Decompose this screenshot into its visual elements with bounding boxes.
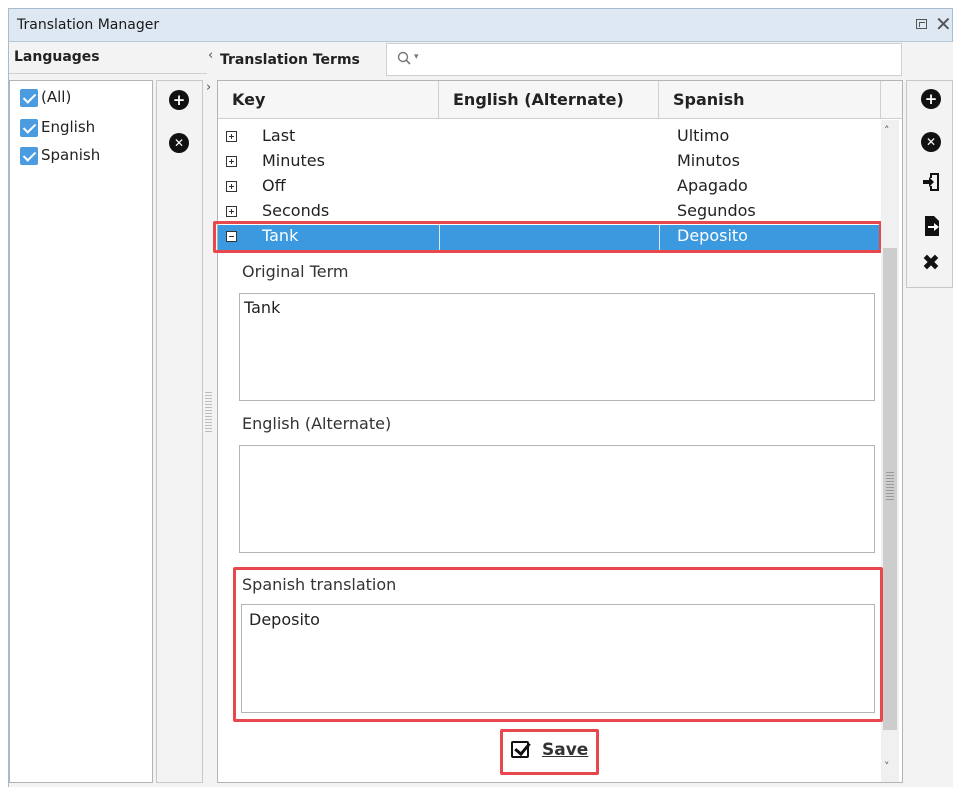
column-header-english-alt[interactable]: English (Alternate) [439,81,659,119]
selected-row-highlight [213,221,882,253]
table-row[interactable]: Seconds Segundos [218,200,880,222]
scroll-up-icon[interactable]: ˄ [884,124,890,137]
splitter-grip[interactable] [205,392,212,434]
languages-header: Languages [9,43,207,74]
save-button-highlight [500,729,599,775]
expand-icon[interactable] [226,156,237,167]
language-label: Spanish [41,146,101,164]
tools-icon[interactable]: ✖ [920,251,942,276]
column-header-spanish[interactable]: Spanish [659,81,881,119]
spanish-section-highlight [233,567,883,722]
terms-title: Translation Terms [220,52,360,68]
table-row[interactable]: Minutes Minutos [218,150,880,175]
table-row[interactable]: Off Apagado [218,175,880,200]
checkbox-english[interactable] [20,119,38,137]
table-row[interactable]: Last Ultimo [218,125,880,150]
checkbox-spanish[interactable] [20,147,38,165]
export-icon[interactable] [923,215,943,237]
english-alt-field[interactable] [239,445,875,553]
expand-icon[interactable] [226,131,237,142]
search-icon[interactable] [397,51,411,65]
original-term-label: Original Term [242,262,349,281]
search-input[interactable] [386,43,902,76]
scroll-down-icon[interactable]: ˅ [884,760,890,773]
column-header-key[interactable]: Key [218,81,439,119]
search-dropdown-icon[interactable]: ▾ [414,52,419,62]
window-title: Translation Manager [17,17,160,33]
collapse-left-icon[interactable]: ‹ [208,48,213,63]
language-label: English [41,118,96,136]
english-alt-label: English (Alternate) [242,414,392,433]
column-header-corner [881,81,902,119]
scroll-thumb-grip [886,472,894,502]
close-icon[interactable]: ✕ [935,12,952,36]
collapse-right-icon[interactable]: › [206,80,211,95]
import-icon[interactable] [921,171,943,193]
original-term-field[interactable]: Tank [239,293,875,401]
terms-toolbar: + ✕ ✖ [906,80,953,288]
languages-list: (All) English Spanish [9,80,153,783]
expand-icon[interactable] [226,206,237,217]
add-term-button[interactable]: + [921,89,941,109]
remove-term-button[interactable]: ✕ [921,132,941,152]
add-language-button[interactable]: + [169,90,189,110]
expand-icon[interactable] [226,181,237,192]
remove-language-button[interactable]: ✕ [169,133,189,153]
language-label: (All) [41,88,72,106]
restore-icon[interactable] [916,19,927,29]
languages-title: Languages [14,49,100,65]
title-bar: Translation Manager ✕ [8,8,953,42]
languages-toolbar: + ✕ [156,80,203,783]
checkbox-all[interactable] [20,89,38,107]
